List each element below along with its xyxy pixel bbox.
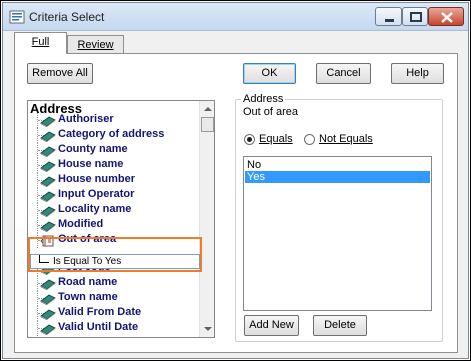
tree-node-label: Locality name xyxy=(58,203,132,215)
list-item-no[interactable]: No xyxy=(245,159,430,171)
radio-not-equals[interactable] xyxy=(304,134,315,145)
tree-node-house-number[interactable]: House number xyxy=(28,173,200,188)
book-icon xyxy=(40,206,56,217)
group-title: Address xyxy=(241,93,286,105)
tree-node-category-of-address[interactable]: Category of address xyxy=(28,128,200,143)
add-new-button[interactable]: Add New xyxy=(244,315,299,336)
window-title: Criteria Select xyxy=(29,10,105,24)
help-button[interactable]: Help xyxy=(391,63,444,84)
tree-node-label: County name xyxy=(58,143,128,155)
cancel-button[interactable]: Cancel xyxy=(316,63,371,84)
tab-review-label: Review xyxy=(77,39,114,51)
tree-node-town-name[interactable]: Town name xyxy=(28,291,200,306)
tree-node-label: Valid Until Date xyxy=(58,321,139,333)
tree-node-label: Road name xyxy=(58,276,118,288)
outer-frame: Criteria Select Full Review Remove All O… xyxy=(0,0,471,361)
book-icon xyxy=(40,221,56,232)
list-item-yes[interactable]: Yes xyxy=(245,171,430,183)
tree-node-county-name[interactable]: County name xyxy=(28,143,200,158)
radio-not-equals-label[interactable]: Not Equals xyxy=(319,133,373,145)
book-icon xyxy=(40,131,56,142)
book-icon xyxy=(40,191,56,202)
field-tree[interactable]: Address Authoriser Category of address Cou… xyxy=(27,100,215,338)
delete-button[interactable]: Delete xyxy=(313,315,367,336)
tree-child-label: Is Equal To Yes xyxy=(53,256,122,267)
tree-node-road-name[interactable]: Road name xyxy=(28,276,200,291)
tree-node-locality-name[interactable]: Locality name xyxy=(28,203,200,218)
maximize-button[interactable] xyxy=(402,7,428,26)
book-icon xyxy=(40,324,56,335)
tree-node-label: House name xyxy=(58,158,124,170)
radio-equals-label[interactable]: Equals xyxy=(259,133,293,145)
tree-node-label: Town name xyxy=(58,291,118,303)
tree-node-label: Authoriser xyxy=(58,113,114,125)
ok-button[interactable]: OK xyxy=(243,63,296,84)
book-icon xyxy=(40,116,56,127)
tree-node-label: Input Operator xyxy=(58,188,135,200)
tree-node-label: House number xyxy=(58,173,136,185)
scroll-down-icon[interactable] xyxy=(200,321,215,337)
tree-node-modified[interactable]: Modified xyxy=(28,218,200,233)
tree-node-house-name[interactable]: House name xyxy=(28,158,200,173)
tree-node-out-of-area[interactable]: Out of area xyxy=(28,233,200,248)
criteria-field-name: Out of area xyxy=(243,106,299,118)
tab-full-label: Full xyxy=(31,36,50,48)
app-icon xyxy=(9,10,25,24)
scroll-thumb[interactable] xyxy=(201,117,214,132)
not-equals-text: Not Equals xyxy=(319,133,373,145)
book-icon xyxy=(40,161,56,172)
tree-node-valid-from-date[interactable]: Valid From Date xyxy=(28,306,200,321)
tree-node-valid-until-date[interactable]: Valid Until Date xyxy=(28,321,200,336)
tree-node-label: Valid From Date xyxy=(58,306,142,318)
book-icon xyxy=(40,176,56,187)
value-list[interactable]: No Yes xyxy=(243,156,432,311)
close-icon xyxy=(441,12,453,23)
tab-full[interactable]: Full xyxy=(14,32,67,54)
title-bar: Criteria Select xyxy=(3,3,468,31)
maximize-icon xyxy=(410,12,422,22)
tree-node-input-operator[interactable]: Input Operator xyxy=(28,188,200,203)
tree-connector xyxy=(39,255,49,263)
tree-child-criteria[interactable]: Is Equal To Yes xyxy=(30,254,200,269)
scroll-up-icon[interactable] xyxy=(200,101,215,117)
radio-equals[interactable] xyxy=(244,134,255,145)
remove-all-button[interactable]: Remove All xyxy=(27,63,93,84)
book-icon xyxy=(40,294,56,305)
tree-node-label: Modified xyxy=(58,218,104,230)
book-icon xyxy=(40,309,56,320)
book-icon xyxy=(40,146,56,157)
minimize-icon xyxy=(385,19,394,22)
tree-node-label: Out of area xyxy=(58,233,117,245)
open-book-icon xyxy=(40,235,54,247)
equals-text: Equals xyxy=(259,133,293,145)
tree-node-authoriser[interactable]: Authoriser xyxy=(28,113,200,128)
book-icon xyxy=(40,279,56,290)
tab-review[interactable]: Review xyxy=(67,35,124,54)
close-window-button[interactable] xyxy=(428,7,464,26)
minimize-button[interactable] xyxy=(375,7,402,26)
tree-node-label: Category of address xyxy=(58,128,165,140)
tree-scrollbar[interactable] xyxy=(199,101,215,337)
